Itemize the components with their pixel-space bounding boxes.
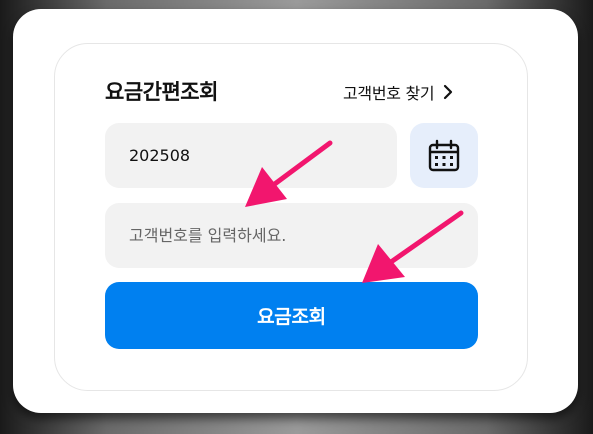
find-customer-number-label: 고객번호 찾기 <box>343 84 435 103</box>
widget-title: 요금간편조회 <box>105 80 218 104</box>
chevron-right-icon <box>444 84 453 100</box>
calendar-button[interactable] <box>410 123 478 188</box>
find-customer-number-link[interactable]: 고객번호 찾기 <box>343 80 454 104</box>
billing-month-field[interactable]: 202508 <box>105 123 397 188</box>
billing-month-value: 202508 <box>129 146 191 165</box>
customer-number-input[interactable] <box>105 203 478 268</box>
bill-search-button[interactable]: 요금조회 <box>105 282 478 349</box>
calendar-icon <box>428 139 460 171</box>
